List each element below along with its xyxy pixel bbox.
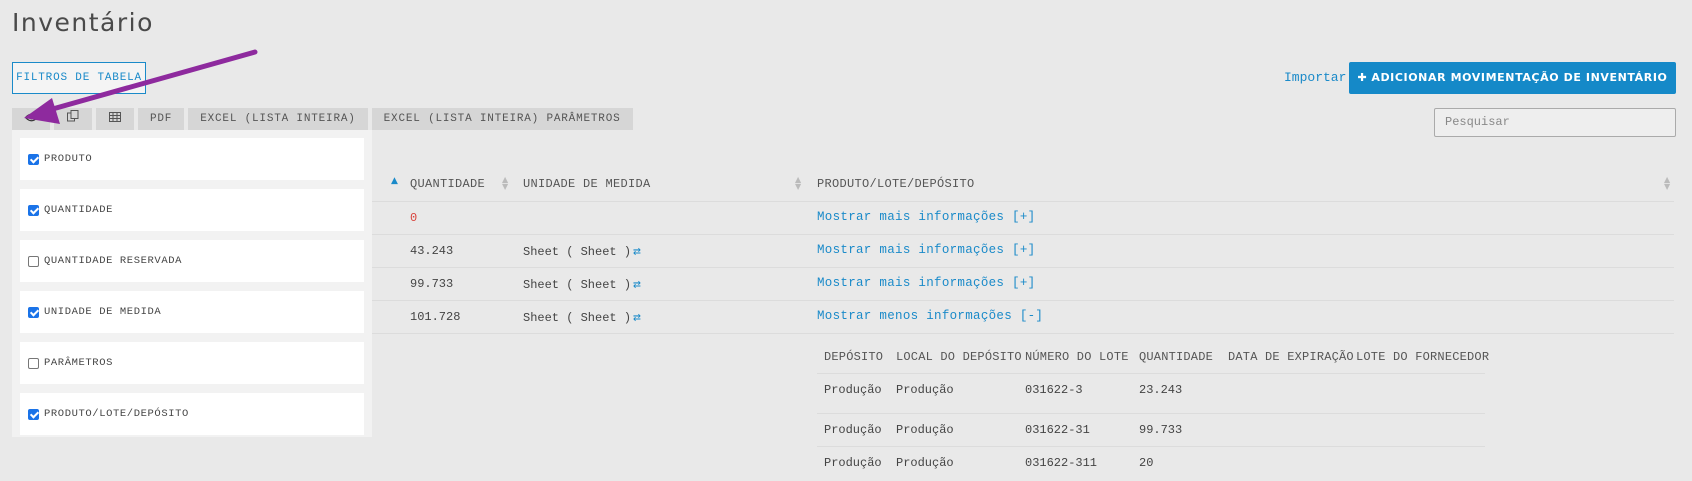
column-option-label: QUANTIDADE RESERVADA	[44, 255, 183, 267]
pdf-export-button[interactable]: PDF	[138, 108, 185, 130]
column-option-label: UNIDADE DE MEDIDA	[44, 306, 162, 318]
show-more-info-link[interactable]: Mostrar mais informações [+]	[817, 243, 1035, 257]
add-inventory-movement-button[interactable]: ✚ ADICIONAR MOVIMENTAÇÃO DE INVENTÁRIO	[1349, 62, 1676, 94]
search-input[interactable]: Pesquisar	[1434, 108, 1676, 137]
subtable-cell: Produção	[824, 456, 882, 470]
row-unit: Sheet ( Sheet ) ⇄	[523, 277, 641, 292]
show-less-info-link[interactable]: Mostrar menos informações [-]	[817, 309, 1043, 323]
column-visibility-button[interactable]	[12, 108, 50, 130]
table-toolbar: PDF EXCEL (LISTA INTEIRA) EXCEL (LISTA I…	[12, 108, 633, 130]
checkbox[interactable]	[28, 255, 39, 267]
subtable-cell: 031622-311	[1025, 456, 1098, 470]
column-option-label: PARÂMETROS	[44, 357, 114, 369]
copy-icon	[67, 108, 79, 130]
subtable-cell: Produção	[896, 383, 954, 397]
row-divider	[372, 234, 1674, 235]
subtable-cell: Produção	[896, 423, 954, 437]
plus-icon: ✚	[1357, 71, 1368, 84]
row-unit-label: Sheet ( Sheet )	[523, 311, 632, 325]
column-option-quantidade-reservada[interactable]: QUANTIDADE RESERVADA	[20, 240, 364, 282]
sort-icon[interactable]: ▲ ▼	[502, 176, 508, 191]
row-unit-label: Sheet ( Sheet )	[523, 278, 632, 292]
swap-icon[interactable]: ⇄	[633, 277, 641, 292]
row-divider	[372, 267, 1674, 268]
checkbox[interactable]	[28, 306, 39, 318]
row-divider	[372, 333, 1674, 334]
subtable-cell: 031622-3	[1025, 383, 1083, 397]
show-more-info-link[interactable]: Mostrar mais informações [+]	[817, 210, 1035, 224]
swap-icon[interactable]: ⇄	[633, 244, 641, 259]
column-option-quantidade[interactable]: QUANTIDADE	[20, 189, 364, 231]
row-divider	[372, 201, 1674, 202]
row-quantity: 101.728	[410, 310, 461, 324]
add-inventory-movement-label: ADICIONAR MOVIMENTAÇÃO DE INVENTÁRIO	[1371, 71, 1668, 84]
import-link[interactable]: Importar	[1284, 70, 1346, 85]
checkbox[interactable]	[28, 357, 39, 369]
checkbox[interactable]	[28, 408, 39, 420]
subtable-cell: 031622-31	[1025, 423, 1090, 437]
column-option-unidade-de-medida[interactable]: UNIDADE DE MEDIDA	[20, 291, 364, 333]
subtable-divider	[817, 373, 1485, 374]
page-title: Inventário	[12, 8, 154, 37]
checkbox[interactable]	[28, 204, 39, 216]
row-unit-label: Sheet ( Sheet )	[523, 245, 632, 259]
eye-icon	[24, 108, 38, 130]
table-icon	[109, 108, 121, 130]
column-picker-panel: PRODUTO QUANTIDADE QUANTIDADE RESERVADA …	[12, 130, 372, 437]
show-more-info-link[interactable]: Mostrar mais informações [+]	[817, 276, 1035, 290]
sort-icon[interactable]: ▲ ▼	[795, 176, 801, 191]
subtable-header-local-deposito: LOCAL DO DEPÓSITO	[896, 350, 1022, 364]
excel-params-export-button[interactable]: EXCEL (LISTA INTEIRA) PARÂMETROS	[371, 108, 633, 130]
subtable-cell: Produção	[824, 423, 882, 437]
subtable-header-quantidade: QUANTIDADE	[1139, 350, 1214, 364]
subtable-header-data-expiracao: DATA DE EXPIRAÇÃO	[1228, 350, 1354, 364]
column-header-produto-lote-deposito[interactable]: PRODUTO/LOTE/DEPÓSITO	[817, 177, 975, 191]
column-option-produto[interactable]: PRODUTO	[20, 138, 364, 180]
row-unit: Sheet ( Sheet ) ⇄	[523, 310, 641, 325]
column-header-quantidade[interactable]: QUANTIDADE	[410, 177, 485, 191]
row-quantity: 99.733	[410, 277, 454, 291]
row-quantity: 43.243	[410, 244, 454, 258]
column-option-produto-lote-deposito[interactable]: PRODUTO/LOTE/DEPÓSITO	[20, 393, 364, 435]
subtable-cell: Produção	[824, 383, 882, 397]
table-view-button[interactable]	[96, 108, 134, 130]
subtable-header-deposito: DEPÓSITO	[824, 350, 884, 364]
subtable-header-lote-fornecedor: LOTE DO FORNECEDOR	[1356, 350, 1490, 364]
column-option-parametros[interactable]: PARÂMETROS	[20, 342, 364, 384]
checkbox[interactable]	[28, 153, 39, 165]
excel-export-button[interactable]: EXCEL (LISTA INTEIRA)	[188, 108, 368, 130]
column-option-label: QUANTIDADE	[44, 204, 114, 216]
copy-button[interactable]	[54, 108, 92, 130]
subtable-divider	[817, 413, 1485, 414]
sort-asc-icon[interactable]: ▲	[391, 176, 398, 186]
row-unit: Sheet ( Sheet ) ⇄	[523, 244, 641, 259]
subtable-cell: Produção	[896, 456, 954, 470]
subtable-header-numero-lote: NÚMERO DO LOTE	[1025, 350, 1129, 364]
sort-icon[interactable]: ▲ ▼	[1664, 176, 1670, 191]
subtable-divider	[817, 446, 1485, 447]
column-header-unidade-de-medida[interactable]: UNIDADE DE MEDIDA	[523, 177, 651, 191]
table-filters-button[interactable]: FILTROS DE TABELA	[12, 62, 146, 94]
column-option-label: PRODUTO	[44, 153, 93, 165]
row-quantity: 0	[410, 211, 418, 225]
column-option-label: PRODUTO/LOTE/DEPÓSITO	[44, 408, 189, 420]
subtable-cell: 20	[1139, 456, 1154, 470]
subtable-cell: 99.733	[1139, 423, 1183, 437]
swap-icon[interactable]: ⇄	[633, 310, 641, 325]
subtable-cell: 23.243	[1139, 383, 1183, 397]
row-divider	[372, 300, 1674, 301]
